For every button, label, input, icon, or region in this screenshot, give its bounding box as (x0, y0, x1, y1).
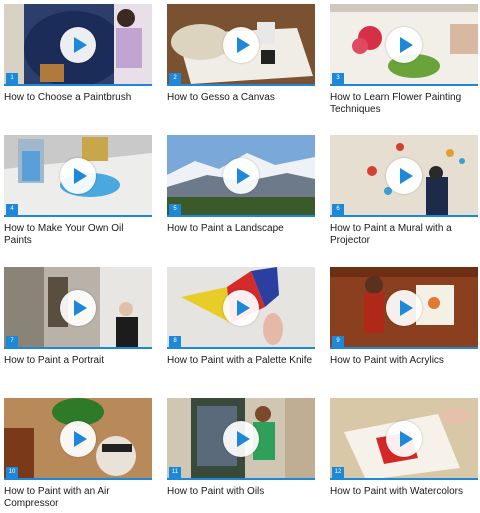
video-number-badge: 2 (169, 73, 181, 84)
video-grid: 1 How to Choose a Paintbrush 2 How to Ge… (0, 0, 480, 513)
thumbnail-accent-bar (330, 347, 478, 349)
video-title-link[interactable]: How to Paint with a Palette Knife (167, 355, 315, 367)
video-thumbnail-8[interactable]: 8 (167, 267, 315, 349)
video-thumbnail-4[interactable]: 4 (4, 135, 152, 217)
play-icon[interactable] (60, 290, 96, 326)
video-card-12[interactable]: 12 How to Paint with Watercolors (330, 398, 478, 498)
video-card-11[interactable]: 11 How to Paint with Oils (167, 398, 315, 498)
thumbnail-accent-bar (330, 84, 478, 86)
video-card-9[interactable]: 9 How to Paint with Acrylics (330, 267, 478, 367)
video-number-badge: 1 (6, 73, 18, 84)
thumbnail-accent-bar (4, 84, 152, 86)
video-title-link[interactable]: How to Paint with Watercolors (330, 486, 478, 498)
video-title-link[interactable]: How to Learn Flower Painting Techniques (330, 92, 478, 116)
video-title-link[interactable]: How to Paint with an Air Compressor (4, 486, 152, 510)
video-thumbnail-3[interactable]: 3 (330, 4, 478, 86)
video-number-badge: 11 (169, 467, 181, 478)
thumbnail-accent-bar (167, 347, 315, 349)
thumbnail-accent-bar (167, 478, 315, 480)
video-thumbnail-1[interactable]: 1 (4, 4, 152, 86)
video-thumbnail-5[interactable]: 5 (167, 135, 315, 217)
video-card-5[interactable]: 5 How to Paint a Landscape (167, 135, 315, 235)
video-thumbnail-10[interactable]: 10 (4, 398, 152, 480)
video-thumbnail-2[interactable]: 2 (167, 4, 315, 86)
thumbnail-accent-bar (330, 215, 478, 217)
play-icon[interactable] (223, 421, 259, 457)
video-number-badge: 4 (6, 204, 18, 215)
video-title-link[interactable]: How to Paint with Oils (167, 486, 315, 498)
video-number-badge: 6 (332, 204, 344, 215)
play-icon[interactable] (223, 158, 259, 194)
video-title-link[interactable]: How to Paint a Portrait (4, 355, 152, 367)
play-icon[interactable] (223, 27, 259, 63)
video-title-link[interactable]: How to Choose a Paintbrush (4, 92, 152, 104)
video-number-badge: 12 (332, 467, 344, 478)
video-number-badge: 10 (6, 467, 18, 478)
video-title-link[interactable]: How to Make Your Own Oil Paints (4, 223, 152, 247)
video-title-link[interactable]: How to Gesso a Canvas (167, 92, 315, 104)
play-icon[interactable] (386, 421, 422, 457)
video-title-link[interactable]: How to Paint with Acrylics (330, 355, 478, 367)
video-card-1[interactable]: 1 How to Choose a Paintbrush (4, 4, 152, 104)
video-thumbnail-6[interactable]: 6 (330, 135, 478, 217)
video-number-badge: 9 (332, 336, 344, 347)
video-card-7[interactable]: 7 How to Paint a Portrait (4, 267, 152, 367)
video-card-3[interactable]: 3 How to Learn Flower Painting Technique… (330, 4, 478, 116)
video-card-2[interactable]: 2 How to Gesso a Canvas (167, 4, 315, 104)
thumbnail-accent-bar (167, 215, 315, 217)
video-card-10[interactable]: 10 How to Paint with an Air Compressor (4, 398, 152, 510)
thumbnail-accent-bar (167, 84, 315, 86)
video-number-badge: 5 (169, 204, 181, 215)
video-title-link[interactable]: How to Paint a Mural with a Projector (330, 223, 478, 247)
video-number-badge: 7 (6, 336, 18, 347)
play-icon[interactable] (386, 158, 422, 194)
thumbnail-accent-bar (4, 347, 152, 349)
video-card-6[interactable]: 6 How to Paint a Mural with a Projector (330, 135, 478, 247)
play-icon[interactable] (60, 421, 96, 457)
play-icon[interactable] (386, 27, 422, 63)
thumbnail-accent-bar (4, 215, 152, 217)
video-title-link[interactable]: How to Paint a Landscape (167, 223, 315, 235)
play-icon[interactable] (60, 158, 96, 194)
play-icon[interactable] (386, 290, 422, 326)
video-thumbnail-12[interactable]: 12 (330, 398, 478, 480)
video-thumbnail-9[interactable]: 9 (330, 267, 478, 349)
video-card-4[interactable]: 4 How to Make Your Own Oil Paints (4, 135, 152, 247)
video-thumbnail-7[interactable]: 7 (4, 267, 152, 349)
play-icon[interactable] (60, 27, 96, 63)
thumbnail-accent-bar (330, 478, 478, 480)
thumbnail-accent-bar (4, 478, 152, 480)
play-icon[interactable] (223, 290, 259, 326)
video-card-8[interactable]: 8 How to Paint with a Palette Knife (167, 267, 315, 367)
video-number-badge: 3 (332, 73, 344, 84)
video-number-badge: 8 (169, 336, 181, 347)
video-thumbnail-11[interactable]: 11 (167, 398, 315, 480)
